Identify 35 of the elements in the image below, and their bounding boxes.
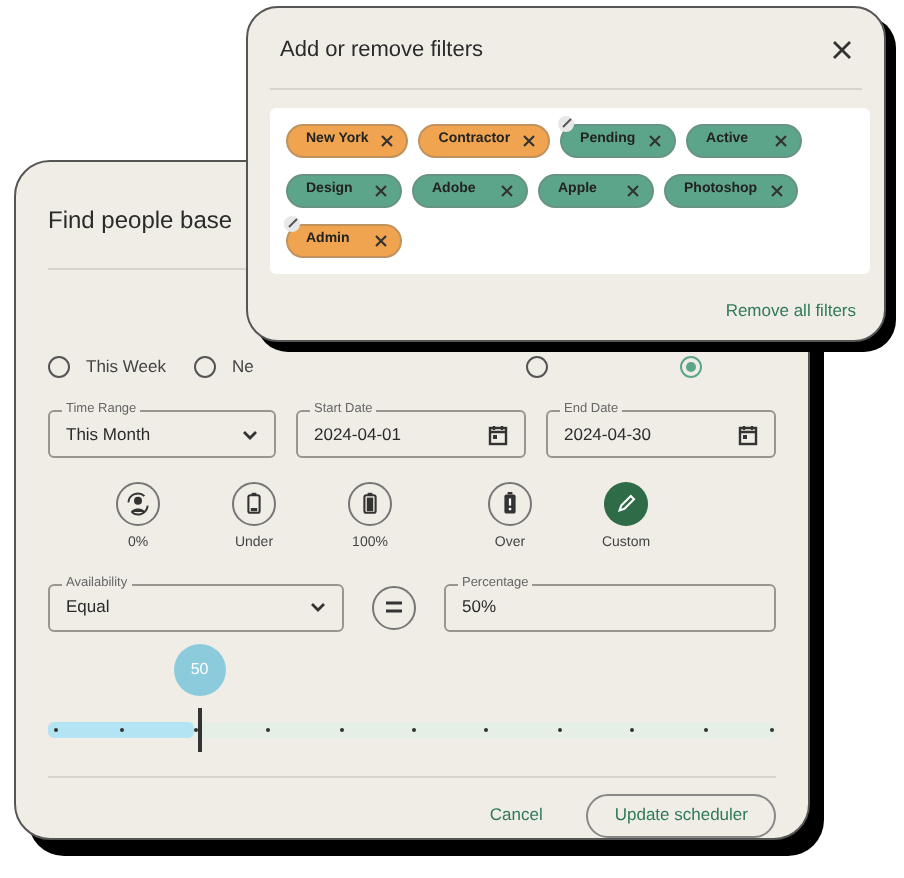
slider-track[interactable] [48,721,776,737]
radio-label: This Week [86,353,166,379]
remove-icon[interactable] [500,183,514,197]
remove-icon[interactable] [374,183,388,197]
level-option-button[interactable] [604,482,648,526]
slider-thumb[interactable] [197,707,202,751]
calendar-icon[interactable] [738,423,758,445]
update-scheduler-button[interactable]: Update scheduler [586,793,776,837]
remove-icon[interactable] [648,133,663,147]
calendar-icon[interactable] [488,423,508,445]
chevron-down-icon [310,602,327,612]
radio-button[interactable] [525,355,548,377]
level-option-button[interactable] [348,482,392,526]
equals-icon [372,585,416,629]
remove-icon[interactable] [774,133,789,147]
cancel-button[interactable]: Cancel [489,802,543,828]
level-option-button[interactable] [232,482,276,526]
radio-label: Ne [232,353,254,379]
remove-icon[interactable] [626,183,640,197]
radio-button[interactable] [48,355,70,377]
radio-button[interactable] [679,355,702,377]
remove-icon[interactable] [522,133,537,147]
radio-button[interactable] [194,355,216,377]
dialog-title: Find people base [48,206,233,234]
remove-icon[interactable] [769,183,784,197]
remove-icon[interactable] [380,133,395,147]
remove-all-filters-link[interactable]: Remove all filters [725,297,856,323]
remove-icon[interactable] [374,233,388,247]
close-icon[interactable] [832,40,852,61]
slider-value-bubble: 50 [173,643,226,695]
chevron-down-icon [242,429,258,439]
person-sync-icon [122,488,154,520]
level-option-button[interactable] [488,482,532,526]
level-option-button[interactable] [116,482,160,526]
dialog-title: Add or remove filters [280,36,483,66]
